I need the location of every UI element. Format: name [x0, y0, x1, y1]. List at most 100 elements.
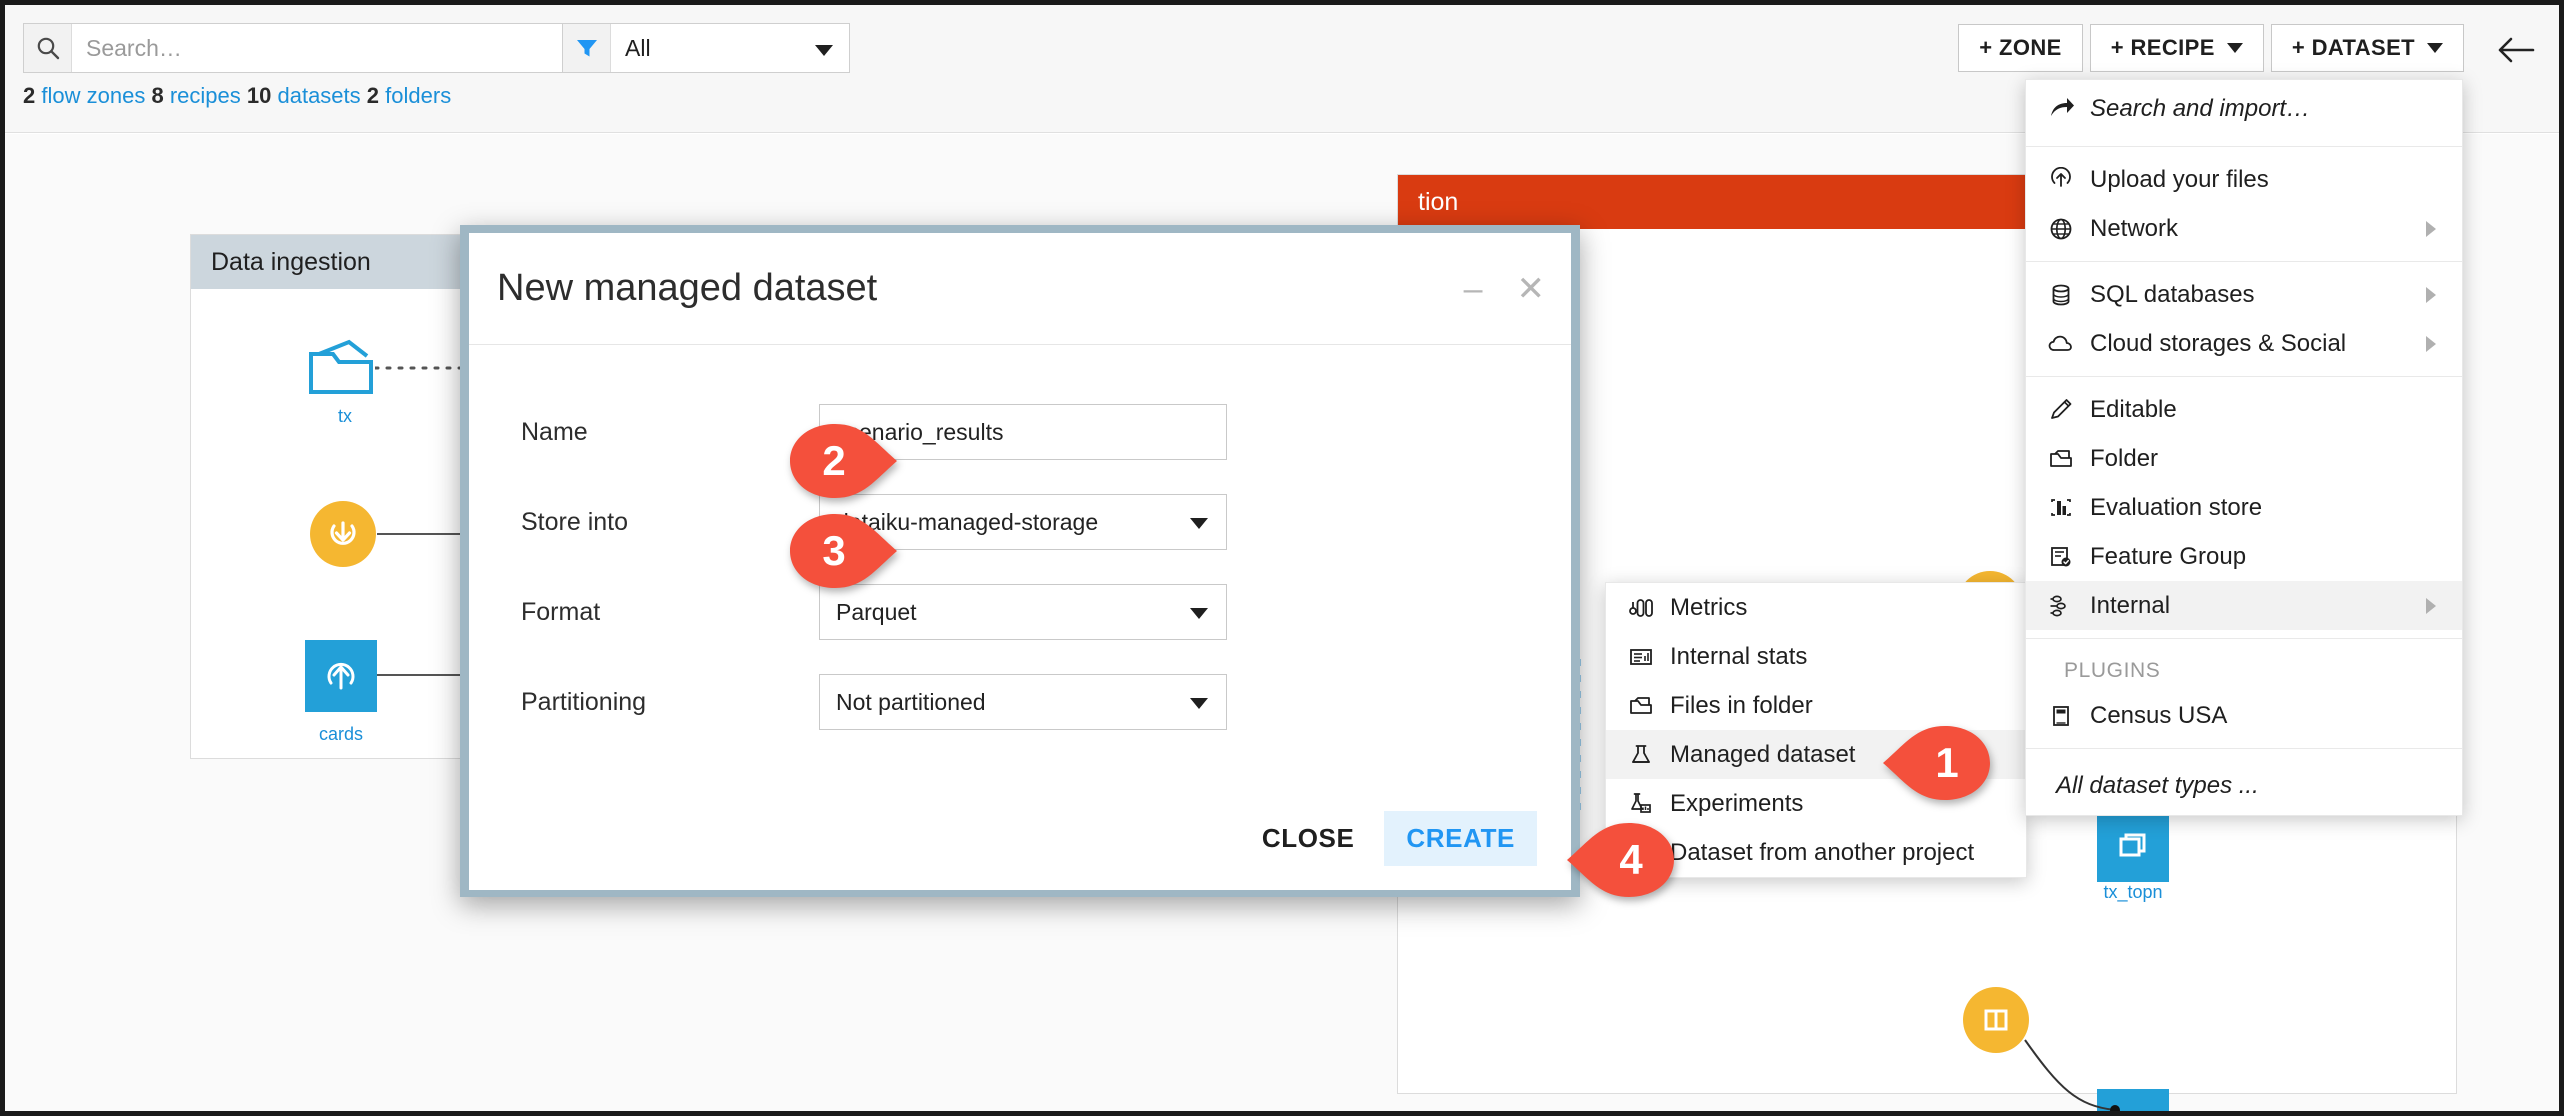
flow-node-label-tx-topn: tx_topn — [2103, 882, 2163, 902]
callout-badge-4: 4 — [1567, 817, 1675, 903]
breadcrumb-recipes-count: 8 — [151, 83, 164, 108]
chevron-right-icon — [2426, 220, 2436, 237]
globe-icon — [2048, 216, 2090, 242]
breadcrumb-zones-link[interactable]: flow zones — [41, 83, 145, 108]
back-arrow-icon[interactable] — [2493, 27, 2539, 73]
menu-item-network[interactable]: Network — [2026, 204, 2462, 253]
menu-item-label: Internal stats — [1670, 642, 1808, 670]
callout-number-3: 3 — [822, 527, 846, 574]
chevron-down-icon — [1190, 608, 1208, 619]
top-right-actions: + ZONE + RECIPE + DATASET — [1958, 24, 2464, 72]
search-bar[interactable] — [23, 23, 573, 73]
add-dataset-label: + DATASET — [2291, 35, 2415, 60]
evaluation-store-icon — [2048, 495, 2090, 521]
flow-node-tx-topn-box[interactable] — [2097, 810, 2169, 882]
close-icon[interactable]: ✕ — [1517, 272, 1546, 306]
filter-icon — [563, 24, 611, 72]
folder-icon — [1628, 693, 1670, 719]
modal-footer: CLOSE CREATE — [1240, 811, 1537, 866]
book-icon — [2048, 703, 2090, 729]
menu-item-editable[interactable]: Editable — [2026, 385, 2462, 434]
add-zone-button[interactable]: + ZONE — [1958, 24, 2083, 72]
new-managed-dataset-dialog: New managed dataset – ✕ Name scenario_re… — [469, 233, 1571, 890]
chevron-down-icon — [1190, 518, 1208, 529]
menu-item-search-and-import[interactable]: Search and import… — [2026, 80, 2462, 138]
filter-dropdown[interactable]: All — [562, 23, 850, 73]
menu-item-folder[interactable]: Folder — [2026, 434, 2462, 483]
add-dataset-button[interactable]: + DATASET — [2270, 24, 2464, 72]
flow-zone-title: Data ingestion — [211, 247, 371, 276]
search-input[interactable] — [72, 24, 572, 72]
menu-item-label: Folder — [2090, 444, 2159, 472]
menu-item-label: Upload your files — [2090, 165, 2269, 193]
metrics-icon — [1628, 595, 1670, 621]
menu-item-sql-databases[interactable]: SQL databases — [2026, 270, 2462, 319]
menu-item-internal[interactable]: Internal — [2026, 581, 2462, 630]
field-label-store-into: Store into — [521, 507, 629, 536]
menu-section-plugins: PLUGINS — [2064, 659, 2161, 682]
chevron-right-icon — [2426, 335, 2436, 352]
field-row-format: Format Parquet — [521, 567, 1519, 657]
menu-item-label: Internal — [2090, 591, 2171, 619]
breadcrumb-datasets-count: 10 — [246, 83, 272, 108]
field-row-partitioning: Partitioning Not partitioned — [521, 657, 1519, 747]
menu-item-label: Metrics — [1670, 593, 1748, 621]
menu-item-feature-group[interactable]: Feature Group — [2026, 532, 2462, 581]
menu-item-upload-your-files[interactable]: Upload your files — [2026, 155, 2462, 204]
menu-item-cloud-storages-social[interactable]: Cloud storages & Social — [2026, 319, 2462, 368]
breadcrumb-recipes-link[interactable]: recipes — [170, 83, 241, 108]
flow-zone-title-secondary: tion — [1418, 187, 1459, 216]
callout-number-4: 4 — [1619, 836, 1643, 883]
breadcrumb-zones-count: 2 — [23, 83, 36, 108]
create-button[interactable]: CREATE — [1384, 811, 1537, 866]
flow-node-cards-box[interactable] — [305, 640, 377, 712]
menu-item-evaluation-store[interactable]: Evaluation store — [2026, 483, 2462, 532]
menu-item-all-dataset-types[interactable]: All dataset types ... — [2026, 757, 2462, 815]
menu-item-label: Evaluation store — [2090, 493, 2263, 521]
menu-item-label: Network — [2090, 214, 2179, 242]
chevron-right-icon — [2426, 286, 2436, 303]
breadcrumb-folders-link[interactable]: folders — [385, 83, 451, 108]
folder-icon — [2048, 446, 2090, 472]
modal-body: Name scenario_results Store into dataiku… — [469, 345, 1571, 747]
app-window: Data ingestion tion tx cards tx_topn Sea… — [0, 0, 2564, 1116]
flow-recipe-download[interactable] — [310, 501, 376, 567]
format-value: Parquet — [836, 598, 917, 625]
window-recipe-icon — [1984, 1009, 2008, 1031]
field-label-name: Name — [521, 417, 588, 446]
add-recipe-label: + RECIPE — [2110, 35, 2215, 60]
menu-divider — [2026, 748, 2462, 749]
chevron-down-icon — [815, 45, 833, 56]
minimize-icon[interactable]: – — [1464, 272, 1483, 306]
partitioning-select[interactable]: Not partitioned — [819, 674, 1227, 730]
flow-node-label-tx: tx — [337, 406, 353, 426]
menu-item-label: Files in folder — [1670, 691, 1813, 719]
partitioning-value: Not partitioned — [836, 688, 986, 715]
add-zone-label: + ZONE — [1979, 35, 2062, 60]
menu-divider — [2026, 146, 2462, 147]
menu-item-census-usa[interactable]: Census USA — [2026, 691, 2462, 740]
connector-curve — [2024, 1039, 2120, 1111]
flow-node-label-cards: cards — [318, 724, 364, 744]
dataset-copy-icon — [2119, 833, 2146, 857]
modal-title: New managed dataset — [497, 267, 878, 309]
flask-icon — [1628, 742, 1670, 768]
modal-header: New managed dataset – ✕ — [469, 233, 1571, 345]
flow-node-tx[interactable] — [305, 334, 385, 400]
experiments-icon — [1628, 791, 1670, 817]
chevron-right-icon — [2426, 597, 2436, 614]
menu-item-internal-stats[interactable]: Internal stats — [1606, 632, 2026, 681]
dataset-dropdown-menu[interactable]: Search and import… Upload your files Net… — [2025, 79, 2463, 816]
folder-outline-icon — [309, 339, 373, 394]
breadcrumb-datasets-link[interactable]: datasets — [277, 83, 360, 108]
menu-item-label: Census USA — [2090, 701, 2228, 729]
callout-badge-2: 2 — [790, 418, 898, 504]
breadcrumb-folders-count: 2 — [366, 83, 380, 108]
menu-item-metrics[interactable]: Metrics — [1606, 583, 2026, 632]
filter-value[interactable]: All — [611, 24, 849, 72]
field-row-name: Name scenario_results — [521, 387, 1519, 477]
upload-icon — [2048, 166, 2090, 193]
menu-item-label: Search and import… — [2090, 95, 2311, 122]
close-button[interactable]: CLOSE — [1240, 811, 1377, 866]
add-recipe-button[interactable]: + RECIPE — [2089, 24, 2264, 72]
